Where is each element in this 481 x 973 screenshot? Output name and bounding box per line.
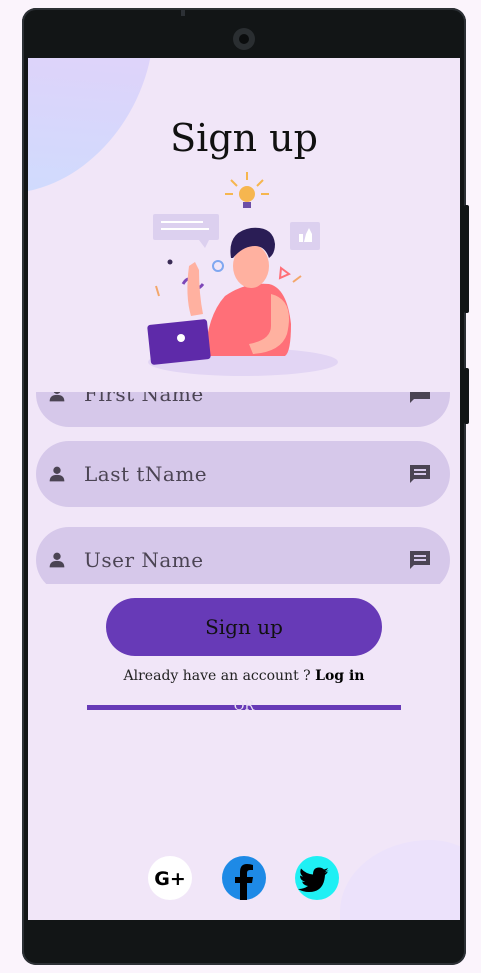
power-button: [464, 368, 469, 424]
google-plus-text: G+: [154, 868, 186, 890]
facebook-icon[interactable]: [222, 856, 266, 900]
decorative-blob-bottom: [340, 840, 460, 920]
or-divider-label: OR: [233, 699, 255, 714]
last-name-label: Last tName: [84, 462, 208, 486]
first-name-label: First Name: [84, 392, 204, 406]
twitter-icon[interactable]: [295, 856, 339, 900]
front-camera: [233, 28, 255, 50]
message-icon: [410, 465, 430, 483]
form-fields-scroll-area[interactable]: First Name Last tName User Name: [28, 392, 460, 584]
first-name-field[interactable]: First Name: [36, 392, 450, 427]
device-notch: [181, 10, 185, 16]
user-name-label: User Name: [84, 548, 204, 572]
google-plus-icon[interactable]: G+: [148, 856, 192, 900]
login-link[interactable]: Log in: [315, 668, 364, 684]
person-icon: [49, 552, 65, 568]
person-icon: [49, 392, 65, 402]
user-name-field[interactable]: User Name: [36, 527, 450, 584]
volume-button: [464, 205, 469, 313]
message-icon: [410, 392, 430, 403]
navigation-bar: [28, 920, 460, 958]
signup-button[interactable]: Sign up: [106, 598, 382, 656]
message-icon: [410, 551, 430, 569]
signup-illustration: [147, 172, 338, 376]
app-screen: Sign up First Name Last tName User Name …: [28, 58, 460, 920]
account-prompt-text: Already have an account ?: [123, 668, 316, 684]
last-name-field[interactable]: Last tName: [36, 441, 450, 507]
account-prompt: Already have an account ? Log in: [28, 668, 460, 684]
person-icon: [49, 466, 65, 482]
page-title: Sign up: [170, 116, 318, 160]
